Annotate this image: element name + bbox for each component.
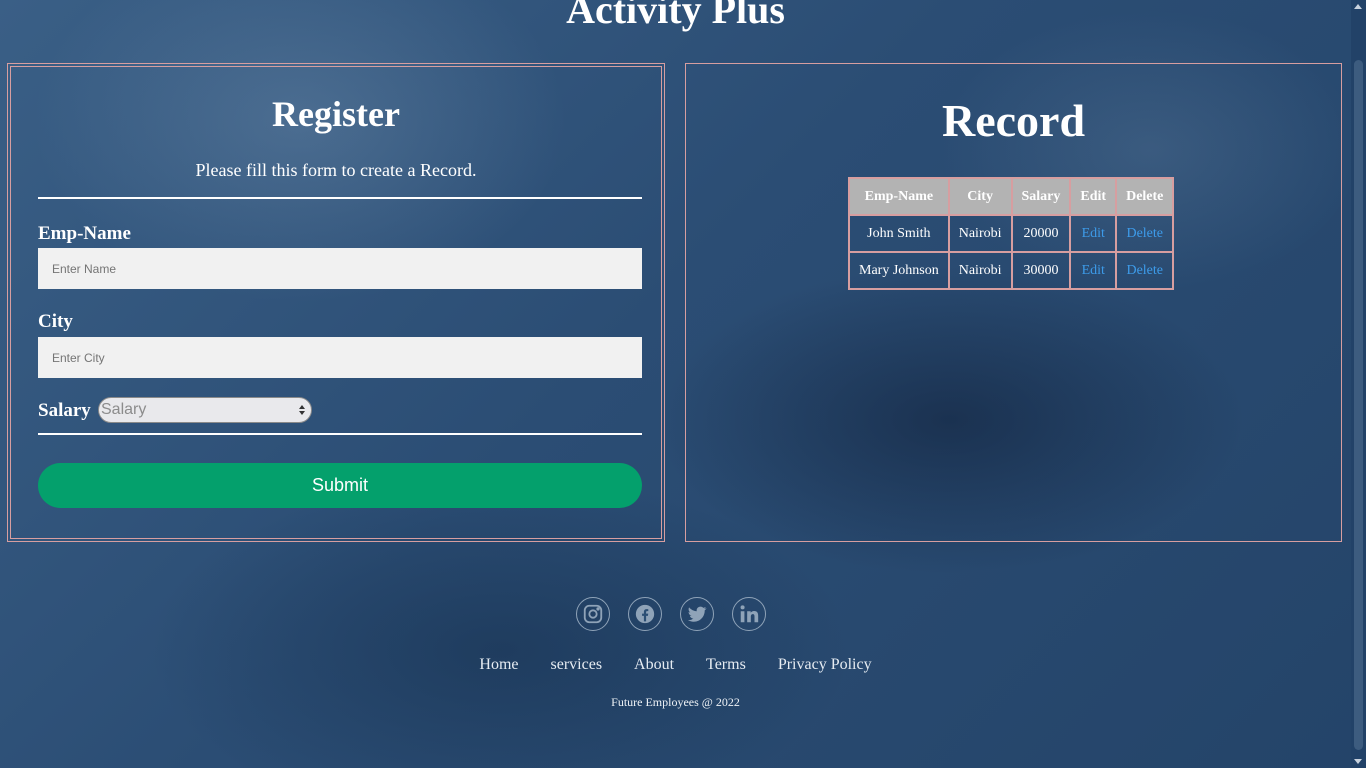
submit-button[interactable]: Submit	[38, 463, 642, 508]
footer-link-services[interactable]: services	[551, 656, 603, 673]
column-header-delete: Delete	[1116, 178, 1174, 215]
salary-label: Salary	[38, 400, 91, 421]
register-title: Register	[272, 94, 400, 134]
cell-delete: Delete	[1116, 215, 1174, 252]
table-header-row: Emp-Name City Salary Edit Delete	[849, 178, 1174, 215]
cell-edit: Edit	[1070, 215, 1117, 252]
cell-emp-name: Mary Johnson	[849, 252, 949, 289]
salary-input[interactable]	[98, 397, 312, 423]
twitter-icon[interactable]	[680, 597, 714, 631]
spinner-down-icon[interactable]	[299, 410, 305, 415]
register-panel-inner: Register Please fill this form to create…	[10, 66, 662, 539]
delete-link[interactable]: Delete	[1126, 226, 1163, 241]
cell-salary: 20000	[1011, 215, 1071, 252]
register-subtitle: Please fill this form to create a Record…	[195, 160, 477, 180]
record-table: Emp-Name City Salary Edit Delete John Sm…	[848, 177, 1175, 290]
column-header-city: City	[948, 178, 1012, 215]
table-row: Mary Johnson Nairobi 30000 Edit Delete	[849, 252, 1174, 289]
instagram-icon[interactable]	[576, 597, 610, 631]
emp-name-label: Emp-Name	[38, 223, 131, 244]
emp-name-input[interactable]	[38, 248, 642, 289]
scrollbar[interactable]	[1351, 0, 1366, 768]
record-title: Record	[941, 95, 1086, 146]
cell-edit: Edit	[1070, 252, 1117, 289]
spinner-up-icon[interactable]	[299, 404, 305, 409]
footer-link-terms[interactable]: Terms	[706, 656, 746, 673]
edit-link[interactable]: Edit	[1082, 263, 1105, 278]
scroll-up-icon[interactable]	[1354, 4, 1362, 9]
city-label: City	[38, 311, 73, 332]
salary-spinner[interactable]	[297, 401, 307, 418]
footer-nav: Home services About Terms Privacy Policy	[0, 656, 1351, 674]
column-header-salary: Salary	[1011, 178, 1071, 215]
cell-salary: 30000	[1011, 252, 1071, 289]
cell-city: Nairobi	[948, 252, 1012, 289]
city-input[interactable]	[38, 337, 642, 378]
social-links	[576, 597, 766, 631]
scroll-down-icon[interactable]	[1354, 759, 1362, 764]
site-title: Activity Plus	[566, 0, 785, 32]
edit-link[interactable]: Edit	[1082, 226, 1105, 241]
column-header-edit: Edit	[1070, 178, 1117, 215]
column-header-emp-name: Emp-Name	[849, 178, 949, 215]
footer-link-home[interactable]: Home	[479, 656, 518, 673]
copyright-text: Future Employees @ 2022	[611, 695, 740, 709]
cell-emp-name: John Smith	[849, 215, 949, 252]
linkedin-icon[interactable]	[732, 597, 766, 631]
delete-link[interactable]: Delete	[1126, 263, 1163, 278]
footer-link-about[interactable]: About	[634, 656, 674, 673]
divider	[38, 197, 642, 199]
record-panel: Record Emp-Name City Salary Edit Delete …	[685, 63, 1342, 542]
scrollbar-thumb[interactable]	[1354, 60, 1363, 750]
facebook-icon[interactable]	[628, 597, 662, 631]
cell-delete: Delete	[1116, 252, 1174, 289]
register-panel: Register Please fill this form to create…	[7, 63, 665, 542]
footer-link-privacy-policy[interactable]: Privacy Policy	[778, 656, 872, 673]
table-row: John Smith Nairobi 20000 Edit Delete	[849, 215, 1174, 252]
divider	[38, 433, 642, 435]
cell-city: Nairobi	[948, 215, 1012, 252]
